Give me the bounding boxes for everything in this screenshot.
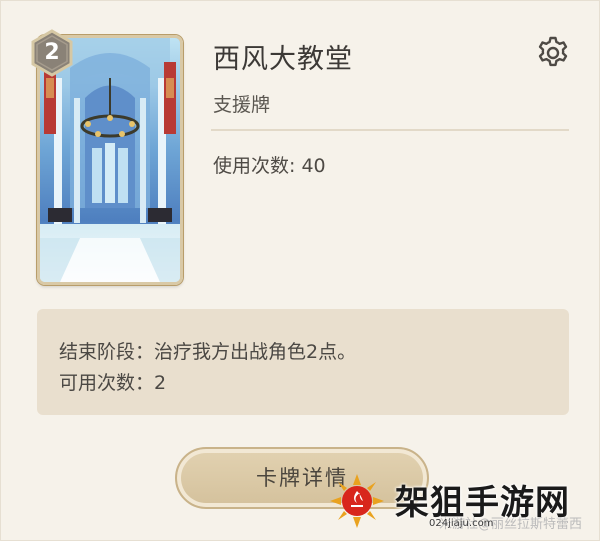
site-logo-icon (330, 474, 384, 528)
effect-text: 结束阶段：治疗我方出战角色2点。 (59, 341, 357, 363)
effect-uses: 可用次数：2 (59, 372, 167, 394)
card-info-panel: 2 西风大教堂 支援牌 使用次数: 40 结束阶段：治疗我方出战角色2点。 可用… (0, 0, 600, 541)
watermark-title: 架狙手游网 (395, 483, 570, 523)
usage-count: 使用次数: 40 (213, 155, 326, 177)
header-divider (211, 129, 569, 131)
card-title: 西风大教堂 (213, 44, 353, 75)
settings-button[interactable] (535, 35, 571, 71)
watermark-url: 024jiaju.com (429, 518, 494, 529)
card-type: 支援牌 (213, 94, 271, 116)
cost-value: 2 (44, 40, 60, 65)
site-watermark: 米游社@丽丝拉斯特蕾西 架狙手游网 024jiaju.com (329, 473, 600, 541)
gear-icon (538, 36, 568, 67)
cost-badge: 2 (28, 29, 76, 77)
